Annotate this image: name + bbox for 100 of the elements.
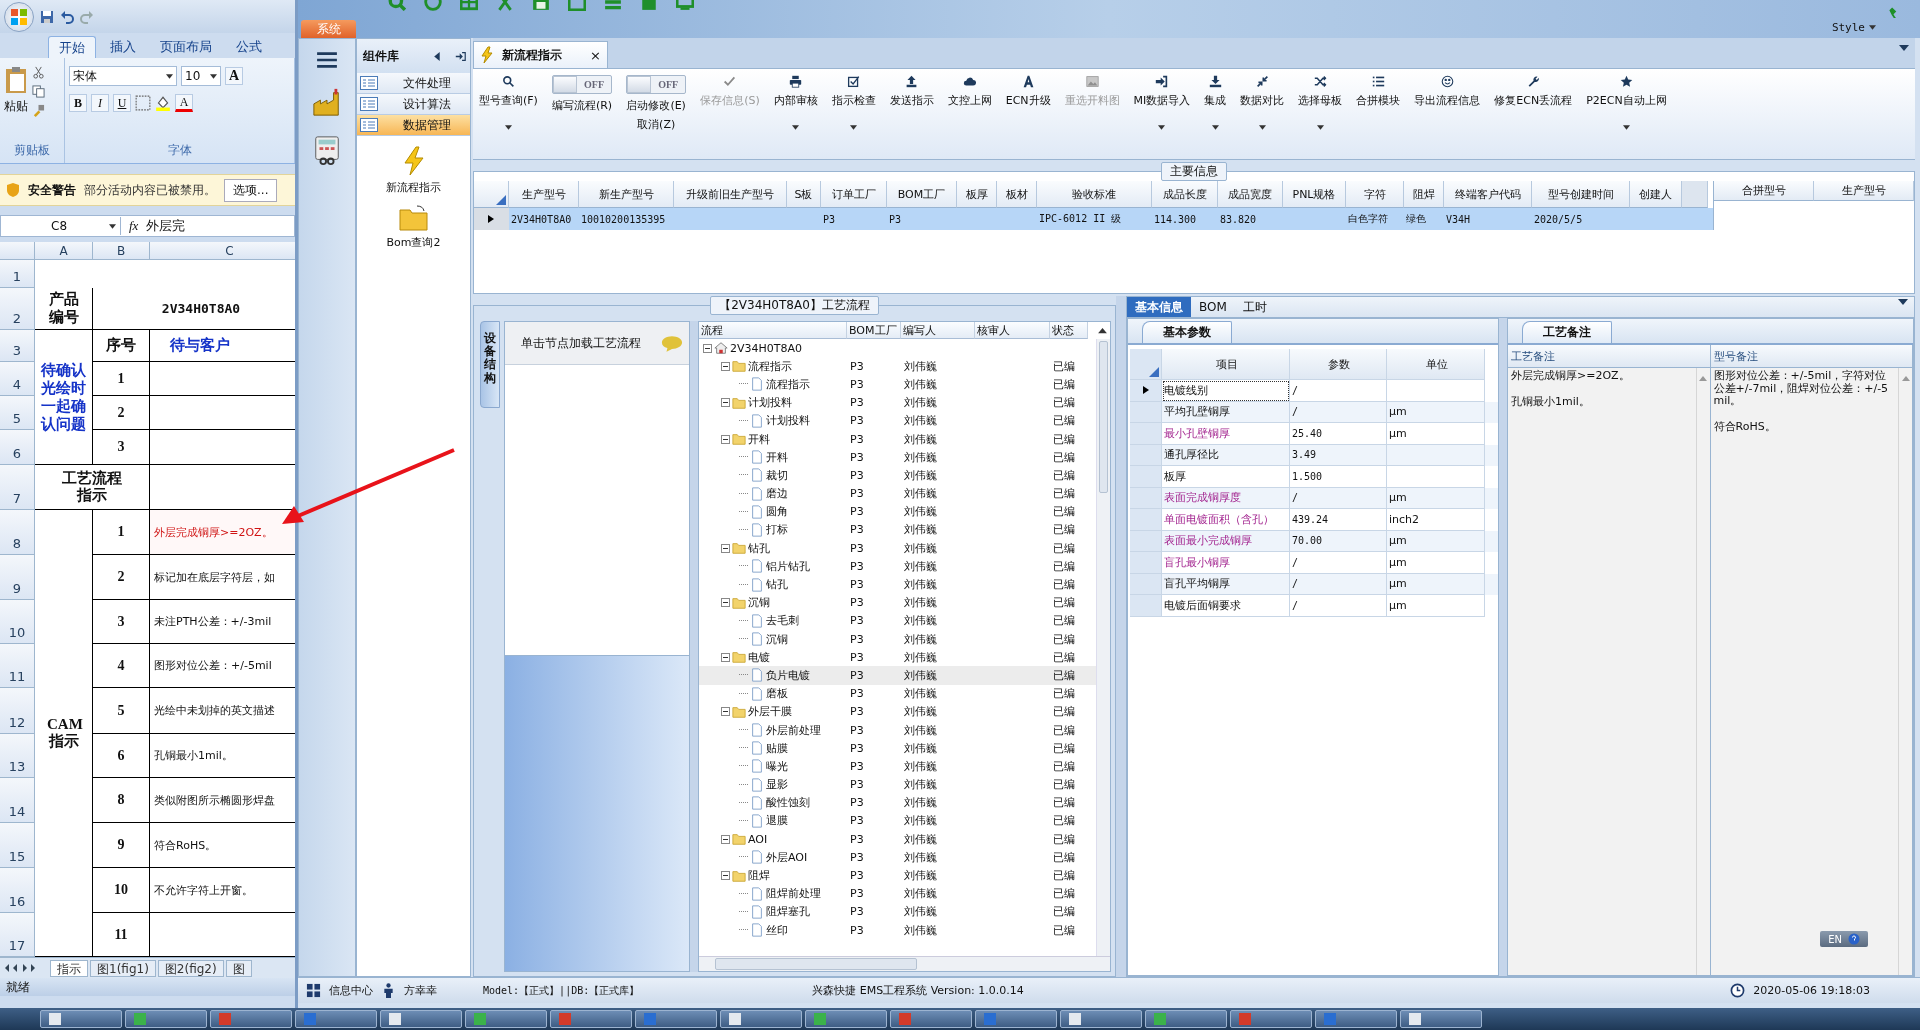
column-header[interactable]: 合拼型号 (1714, 181, 1814, 201)
row-header[interactable]: 4 (0, 362, 35, 396)
row-header[interactable] (1130, 380, 1162, 402)
toolbar-button[interactable]: ECN升级 (1001, 75, 1055, 108)
tree-row[interactable]: 退膜 P3 刘伟巍 已编 (699, 811, 1096, 831)
column-header[interactable]: 核审人 (975, 322, 1050, 339)
toolbar-button[interactable]: 合拼模块 (1352, 75, 1405, 108)
language-bar[interactable]: EN (1820, 931, 1868, 947)
detail-tab[interactable]: BOM (1191, 297, 1235, 317)
row-header[interactable]: 9 (0, 555, 35, 600)
tree-row[interactable]: 外层前处理 P3 刘伟巍 已编 (699, 720, 1096, 740)
toolbar-button[interactable]: 指示检查 (827, 75, 880, 130)
toolbar-button[interactable]: 修复ECN丢流程 (1490, 75, 1577, 108)
taskbar-button[interactable] (1060, 1010, 1142, 1028)
taskbar-button[interactable] (125, 1010, 207, 1028)
tree-row[interactable]: 沉铜 P3 刘伟巍 已编 (699, 630, 1096, 649)
toolbar-button[interactable]: MI数据导入 (1129, 75, 1195, 130)
tree-row[interactable]: 贴膜 P3 刘伟巍 已编 (699, 739, 1096, 758)
column-header[interactable]: 订单工厂 (821, 181, 887, 208)
column-header[interactable]: 生产型号 (509, 181, 579, 208)
taskbar-button[interactable] (210, 1010, 292, 1028)
row-header[interactable]: 6 (0, 430, 35, 465)
column-header[interactable]: 验收标准 (1037, 181, 1152, 208)
toggle-switch[interactable]: OFF (626, 75, 687, 94)
row-header[interactable] (474, 208, 509, 230)
column-header[interactable]: C (150, 242, 295, 260)
collapse-icon[interactable] (432, 50, 443, 62)
scrollbar[interactable] (1898, 368, 1912, 975)
column-header[interactable]: BOM工厂 (887, 181, 957, 208)
toolbar-button[interactable]: 数据对比 (1236, 75, 1289, 130)
fill-color-icon[interactable] (155, 95, 171, 111)
row-header[interactable]: 10 (0, 600, 35, 644)
column-header[interactable]: 项目 (1162, 349, 1290, 380)
column-header[interactable]: 单位 (1387, 349, 1485, 380)
collapse-icon[interactable] (721, 398, 730, 408)
toolbar-button[interactable]: 导出流程信息 (1410, 75, 1485, 108)
font-name-field[interactable]: 宋体 (69, 66, 177, 86)
column-header[interactable]: 成品长度 (1152, 181, 1218, 208)
column-header[interactable]: 创建人 (1630, 181, 1682, 208)
scrollbar[interactable] (699, 956, 1110, 971)
row-header[interactable]: 14 (0, 778, 35, 823)
format-button[interactable]: B (69, 94, 87, 112)
column-header[interactable]: 工艺备注 (1508, 345, 1710, 368)
component-group[interactable]: 数据管理 (357, 115, 470, 136)
tree-row[interactable]: 负片电镀 P3 刘伟巍 已编 (699, 666, 1096, 685)
tree-row[interactable]: 阻焊 P3 刘伟巍 已编 (699, 866, 1096, 885)
select-all-corner[interactable] (0, 242, 35, 260)
dropdown-icon[interactable] (1899, 45, 1909, 51)
ribbon-tab[interactable]: 开始 (48, 36, 96, 58)
panel-tab[interactable]: 基本参数 (1142, 321, 1232, 343)
taskbar-button[interactable] (975, 1010, 1057, 1028)
tree-row[interactable]: 计划投料 P3 刘伟巍 已编 (699, 411, 1096, 430)
tree-row[interactable]: 2V34H0T8A0 (699, 339, 1096, 358)
info-center-link[interactable]: 信息中心 (329, 983, 373, 998)
tree-row[interactable]: 沉铜 P3 刘伟巍 已编 (699, 593, 1096, 612)
dropdown-icon[interactable] (1898, 299, 1908, 305)
column-header[interactable]: 新生产型号 (579, 181, 674, 208)
toolbar-button[interactable]: 发送指示 (885, 75, 938, 108)
collapse-icon[interactable] (721, 834, 730, 844)
scissors-icon[interactable] (32, 66, 45, 79)
component-group[interactable]: 设计算法 (357, 94, 470, 115)
column-header[interactable]: 型号备注 (1710, 345, 1912, 368)
sheet-tab[interactable]: 图1(fig1) (90, 959, 156, 977)
toolbar-button[interactable]: P2ECN自动上网 (1582, 75, 1671, 130)
copy-icon[interactable] (32, 85, 45, 98)
row-header[interactable]: 5 (0, 396, 35, 430)
row-header[interactable]: 16 (0, 868, 35, 913)
component-tool[interactable]: 新流程指示 (386, 146, 441, 195)
menu-icon[interactable] (316, 51, 338, 69)
column-header[interactable]: 流程 (699, 322, 847, 339)
detail-tab[interactable]: 工时 (1234, 297, 1275, 317)
sheet-tab[interactable]: 指示 (50, 959, 88, 977)
tree-row[interactable]: 酸性蚀刻 P3 刘伟巍 已编 (699, 793, 1096, 812)
tree-row[interactable]: 显影 P3 刘伟巍 已编 (699, 775, 1096, 794)
corner-header[interactable] (474, 181, 509, 208)
border-icon[interactable] (135, 95, 151, 111)
tree-row[interactable]: 铝片钻孔 P3 刘伟巍 已编 (699, 557, 1096, 576)
ribbon-tab[interactable]: 插入 (100, 36, 146, 58)
taskbar-button[interactable] (720, 1010, 802, 1028)
taskbar-button[interactable] (1230, 1010, 1312, 1028)
tree-row[interactable]: 打标 P3 刘伟巍 已编 (699, 520, 1096, 540)
taskbar-button[interactable] (1315, 1010, 1397, 1028)
tree-row[interactable]: 开料 P3 刘伟巍 已编 (699, 429, 1096, 449)
scroll-up-icon[interactable] (1098, 327, 1107, 334)
row-header[interactable]: 17 (0, 913, 35, 957)
taskbar-button[interactable] (295, 1010, 377, 1028)
collapse-icon[interactable] (721, 543, 730, 553)
scrollbar[interactable] (1695, 368, 1710, 975)
toggle-switch[interactable]: OFF (552, 75, 613, 94)
column-header[interactable]: S板 (787, 181, 821, 208)
column-header[interactable]: 阻焊 (1404, 181, 1444, 208)
toolbar-button[interactable]: 文控上网 (943, 75, 996, 108)
taskbar-button[interactable] (40, 1010, 122, 1028)
column-header[interactable]: 板材 (997, 181, 1037, 208)
component-tool[interactable]: Bom查询2 (386, 205, 441, 250)
toolbar-button[interactable]: 内部审核 (769, 75, 822, 130)
taskbar-button[interactable] (890, 1010, 972, 1028)
collapse-icon[interactable] (721, 361, 730, 371)
tree-row[interactable]: 钻孔 P3 刘伟巍 已编 (699, 575, 1096, 594)
taskbar-button[interactable] (1145, 1010, 1227, 1028)
